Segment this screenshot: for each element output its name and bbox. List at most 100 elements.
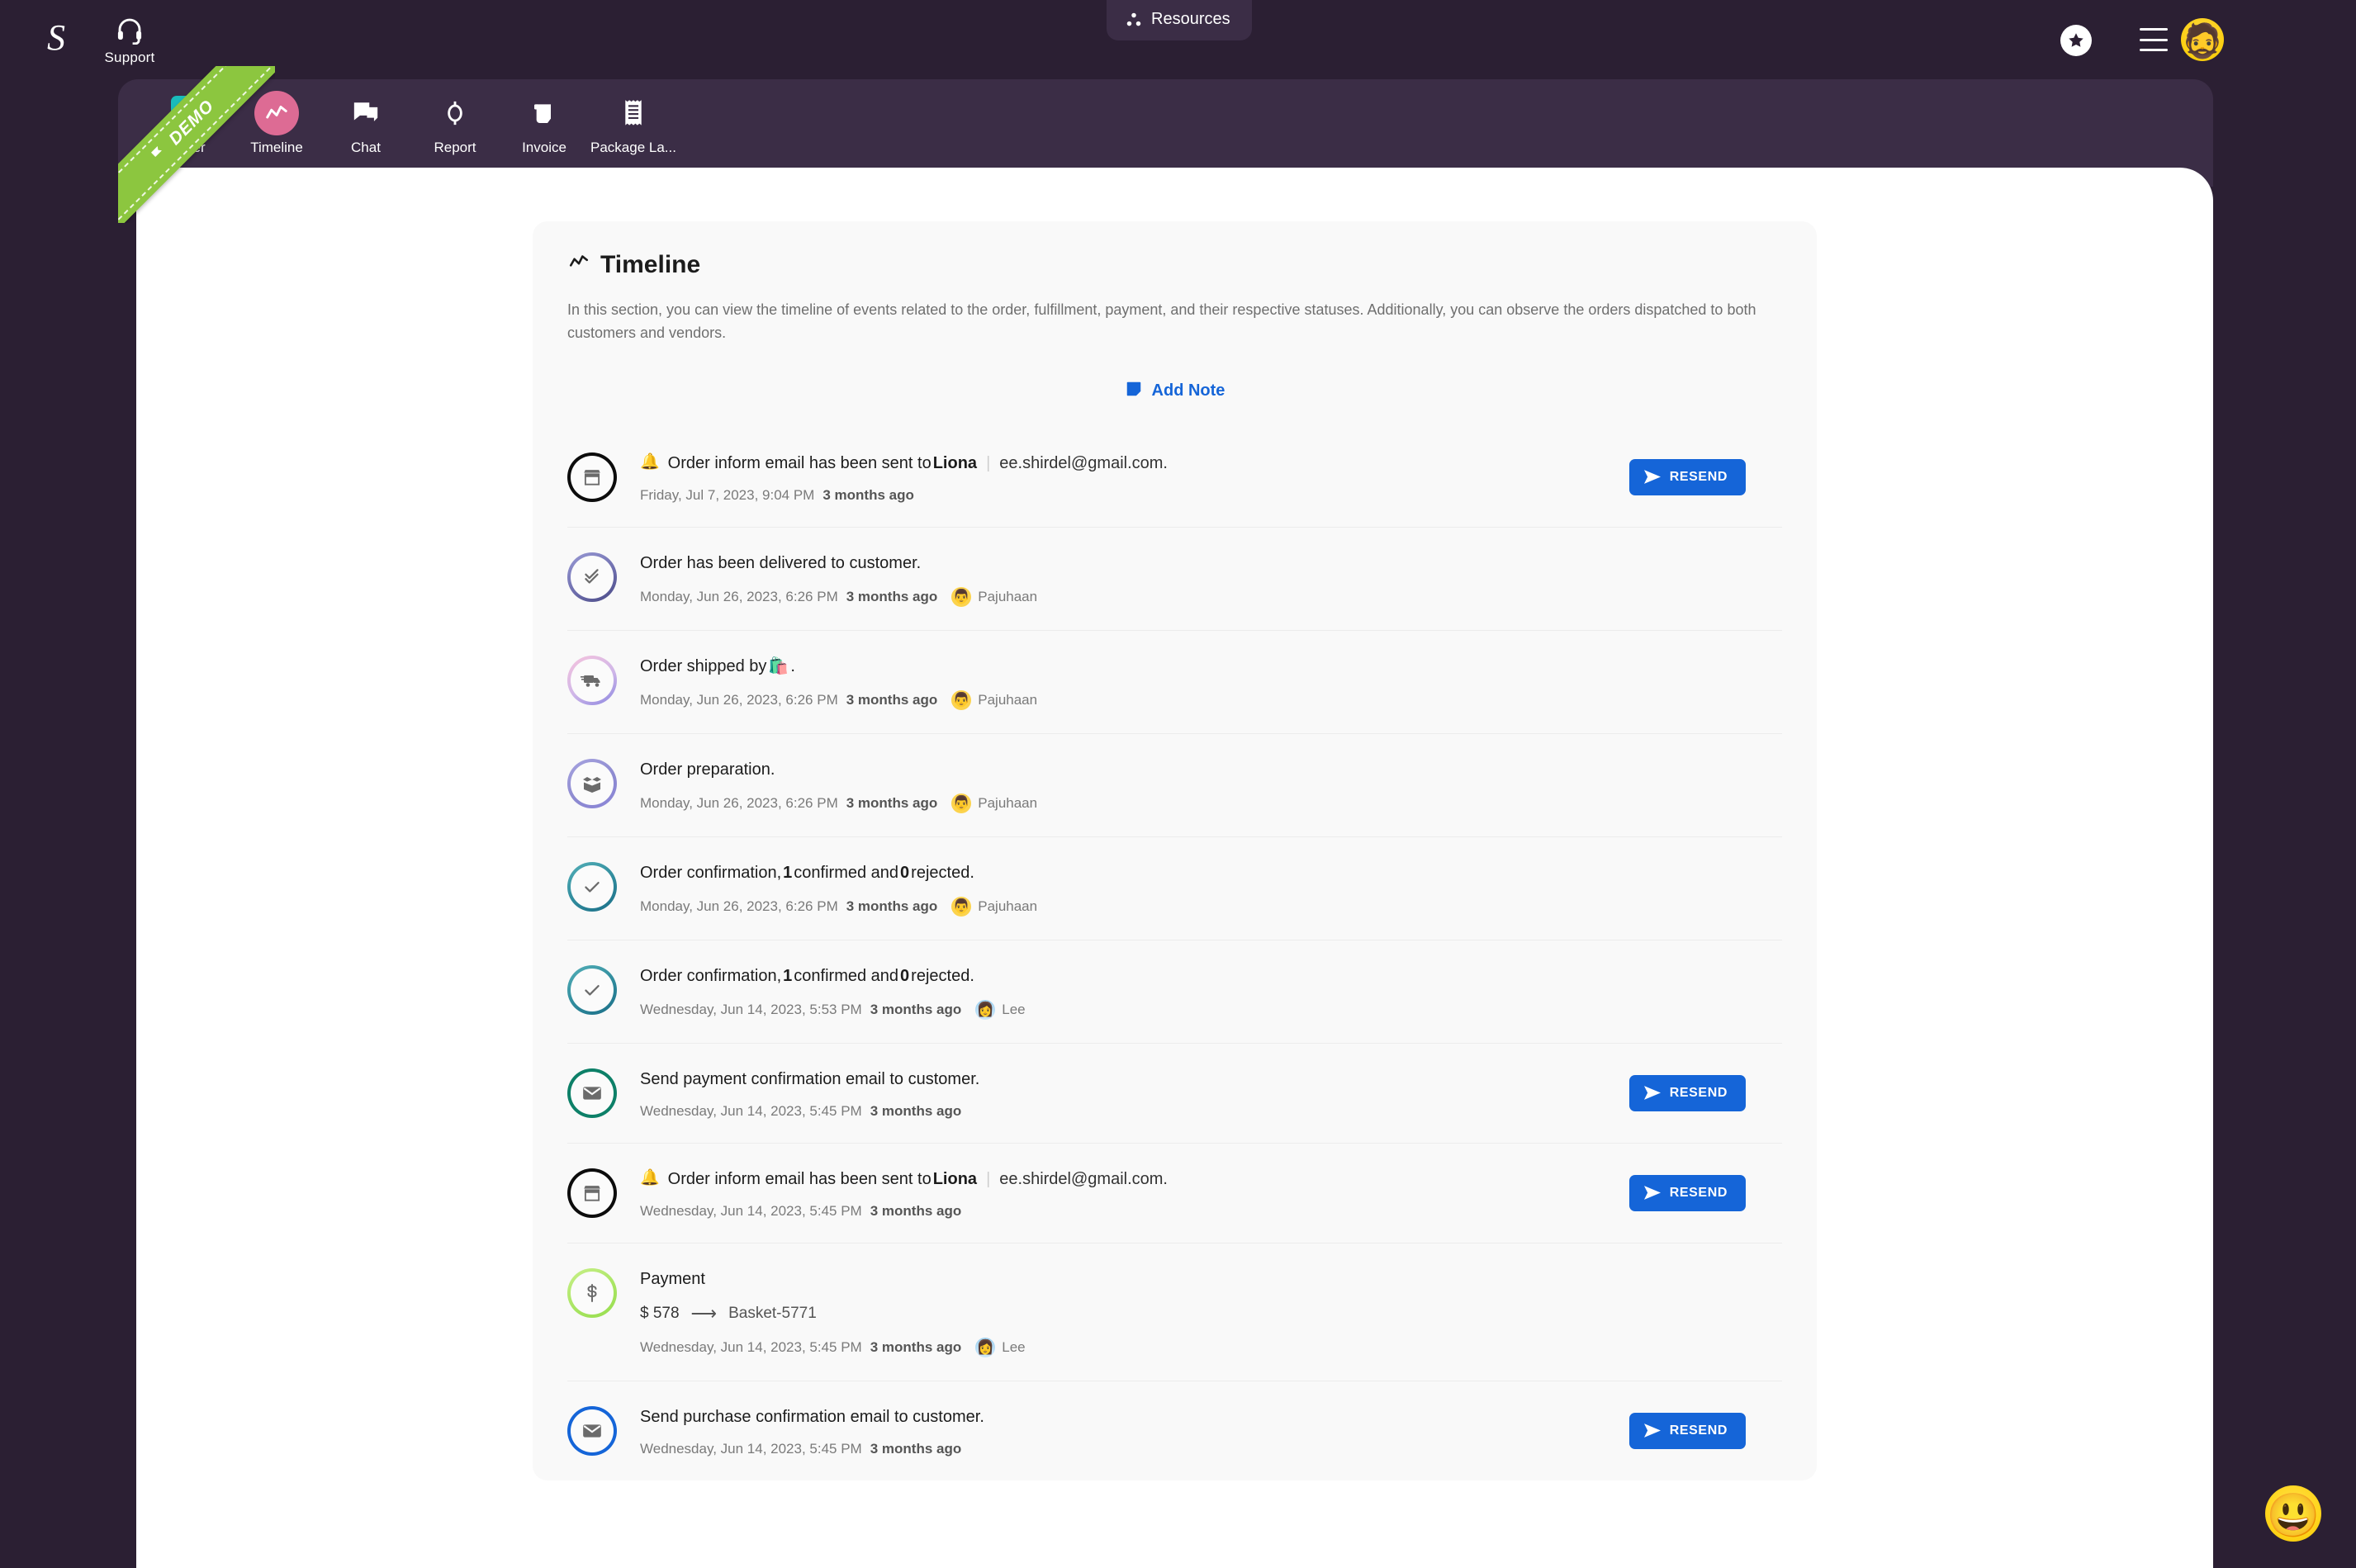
timeline-row-body: Order preparation. Monday, Jun 26, 2023,… <box>640 757 1782 813</box>
timeline-row: Payment $ 578 ⟶ Basket-5771 Wednesday, J… <box>567 1242 1782 1381</box>
timeline-row: Order confirmation, 1 confirmed and 0 re… <box>567 836 1782 940</box>
nav-item-timeline[interactable]: Timeline <box>232 91 321 156</box>
nav-item-invoice[interactable]: Invoice <box>500 91 589 156</box>
separator: | <box>986 453 991 472</box>
chat-bubble-icon <box>344 91 388 135</box>
timeline-row-meta: Wednesday, Jun 14, 2023, 5:45 PM 3 month… <box>640 1203 1629 1220</box>
hamburger-menu-icon[interactable] <box>2140 28 2168 51</box>
right-background-strip <box>2213 0 2356 1568</box>
timeline-row-body: 🔔 Order inform email has been sent to Li… <box>640 451 1629 504</box>
timeline-row-body: Send payment confirmation email to custo… <box>640 1067 1629 1120</box>
s-logo-icon[interactable]: S <box>35 17 78 63</box>
timeline-ago: 3 months ago <box>846 794 938 811</box>
resend-button[interactable]: RESEND <box>1628 1174 1746 1211</box>
add-note-label: Add Note <box>1151 381 1225 400</box>
nav-label-package-label: Package La... <box>590 140 676 155</box>
resources-button[interactable]: Resources <box>1107 0 1252 40</box>
timeline-chart-icon <box>567 251 590 279</box>
timeline-actor: 👩 Lee <box>975 999 1026 1020</box>
payment-amount-row: $ 578 ⟶ Basket-5771 <box>640 1303 1782 1324</box>
envelope-icon <box>567 1068 617 1118</box>
timeline-text-before: Order confirmation, <box>640 966 782 985</box>
arrow-right-icon: ⟶ <box>690 1302 718 1324</box>
timeline-date: Monday, Jun 26, 2023, 6:26 PM <box>640 898 838 914</box>
actor-name: Pajuhaan <box>978 588 1038 604</box>
avatar: 👨 <box>951 586 972 607</box>
timeline-row-body: Order shipped by 🛍️ . Monday, Jun 26, 20… <box>640 654 1782 710</box>
timeline-date: Monday, Jun 26, 2023, 6:26 PM <box>640 794 838 811</box>
timeline-ago: 3 months ago <box>870 1102 962 1119</box>
timeline-text: Send purchase confirmation email to cust… <box>640 1407 984 1426</box>
timeline-ago: 3 months ago <box>870 1202 962 1219</box>
actor-name: Pajuhaan <box>978 691 1038 708</box>
timeline-ago: 3 months ago <box>846 898 938 914</box>
timeline-ago: 3 months ago <box>870 1001 962 1017</box>
bell-icon: 🔔 <box>640 1169 660 1187</box>
order-bag-icon <box>165 91 210 135</box>
timeline-ago: 3 months ago <box>822 486 914 503</box>
support-label: Support <box>104 50 155 65</box>
timeline-date: Friday, Jul 7, 2023, 9:04 PM <box>640 486 815 503</box>
timeline-text: Order preparation. <box>640 760 775 779</box>
actor-name: Lee <box>1002 1001 1026 1017</box>
timeline-date: Wednesday, Jun 14, 2023, 5:45 PM <box>640 1440 862 1457</box>
timeline-row-body: Order confirmation, 1 confirmed and 0 re… <box>640 860 1782 917</box>
timeline-row-meta: Friday, Jul 7, 2023, 9:04 PM 3 months ag… <box>640 487 1629 504</box>
timeline-row-text: Order preparation. <box>640 759 1782 780</box>
timeline-date: Wednesday, Jun 14, 2023, 5:45 PM <box>640 1338 862 1355</box>
support-agent-avatar-icon[interactable]: 😃 <box>2265 1485 2321 1542</box>
envelope-icon <box>567 1405 617 1456</box>
timeline-actor: 👨 Pajuhaan <box>951 689 1038 710</box>
top-bar: S Support Resources 🧔 <box>0 0 2356 79</box>
star-icon[interactable] <box>2060 25 2092 56</box>
separator: | <box>986 1169 991 1188</box>
nav-item-report[interactable]: Report <box>410 91 500 156</box>
timeline-actor: 👨 Pajuhaan <box>951 793 1037 813</box>
timeline-text-after: rejected. <box>911 966 974 985</box>
resources-label: Resources <box>1151 10 1230 28</box>
timeline-date: Monday, Jun 26, 2023, 6:26 PM <box>640 588 838 604</box>
timeline-date: Wednesday, Jun 14, 2023, 5:45 PM <box>640 1202 862 1219</box>
add-note-button[interactable]: Add Note <box>1125 380 1225 403</box>
resend-button[interactable]: RESEND <box>1628 1074 1746 1111</box>
nav-items: Order Timeline Chat Report Invoice Packa… <box>143 91 678 156</box>
timeline-row-text: Order shipped by 🛍️ . <box>640 656 1782 677</box>
avatar: 👨 <box>951 793 972 813</box>
confirmed-count: 1 <box>783 966 793 985</box>
actor-name: Pajuhaan <box>978 898 1038 914</box>
nav-item-chat[interactable]: Chat <box>321 91 410 156</box>
recipient-email: ee.shirdel@gmail.com. <box>999 453 1168 472</box>
support-button[interactable]: Support <box>95 15 164 66</box>
timeline-row-text: 🔔 Order inform email has been sent to Li… <box>640 452 1629 474</box>
open-box-icon <box>567 758 617 808</box>
nav-item-package-label[interactable]: Package La... <box>589 91 678 156</box>
timeline-actor: 👩 Lee <box>975 1337 1026 1357</box>
nav-item-order[interactable]: Order <box>143 91 232 156</box>
timeline-text-mid: confirmed and <box>794 966 899 985</box>
add-note-row: Add Note <box>567 380 1782 403</box>
timeline-row-text: 🔔 Order inform email has been sent to Li… <box>640 1168 1629 1190</box>
timeline-row: Order shipped by 🛍️ . Monday, Jun 26, 20… <box>567 629 1782 733</box>
package-label-icon <box>611 91 656 135</box>
timeline-row-meta: Monday, Jun 26, 2023, 6:26 PM 3 months a… <box>640 689 1782 710</box>
timeline-row: Order preparation. Monday, Jun 26, 2023,… <box>567 732 1782 836</box>
shopping-bags-icon: 🛍️ <box>768 656 789 675</box>
avatar: 👨 <box>951 896 972 917</box>
recipient-name: Liona <box>932 1169 978 1188</box>
timeline-list: 🔔 Order inform email has been sent to Li… <box>567 428 1782 1480</box>
avatar: 👩 <box>975 999 996 1020</box>
store-icon <box>567 1168 617 1218</box>
user-avatar-icon[interactable]: 🧔 <box>2181 18 2224 61</box>
check-icon <box>567 861 617 912</box>
resend-button[interactable]: RESEND <box>1628 458 1746 495</box>
nav-label-timeline: Timeline <box>250 140 303 155</box>
recipient-email: ee.shirdel@gmail.com. <box>999 1169 1168 1188</box>
nav-label-chat: Chat <box>351 140 381 155</box>
page-title: Timeline <box>567 251 1782 279</box>
timeline-text-before: Order confirmation, <box>640 863 782 882</box>
resend-button[interactable]: RESEND <box>1628 1412 1746 1449</box>
timeline-ago: 3 months ago <box>846 588 938 604</box>
timeline-ago: 3 months ago <box>846 691 938 708</box>
avatar: 👩 <box>975 1337 996 1357</box>
invoice-scroll-icon <box>522 91 566 135</box>
